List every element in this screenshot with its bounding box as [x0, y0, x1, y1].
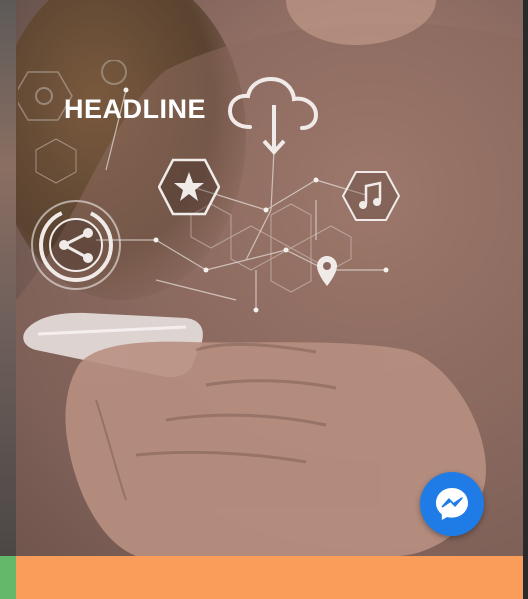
messenger-chat-button[interactable]	[420, 472, 484, 536]
star-icon	[158, 158, 220, 216]
hands	[65, 341, 487, 556]
location-pin-icon	[317, 256, 337, 286]
cloud-download-icon	[227, 76, 319, 155]
right-edge-border	[523, 0, 528, 599]
left-green-accent	[0, 556, 16, 599]
messenger-icon	[436, 488, 468, 520]
page: HEADLINE	[0, 0, 528, 599]
headline: HEADLINE	[64, 94, 207, 124]
left-edge-strip	[0, 0, 16, 556]
share-icon	[31, 200, 121, 290]
music-note-icon	[342, 171, 400, 221]
bottom-orange-bar[interactable]	[16, 556, 523, 599]
